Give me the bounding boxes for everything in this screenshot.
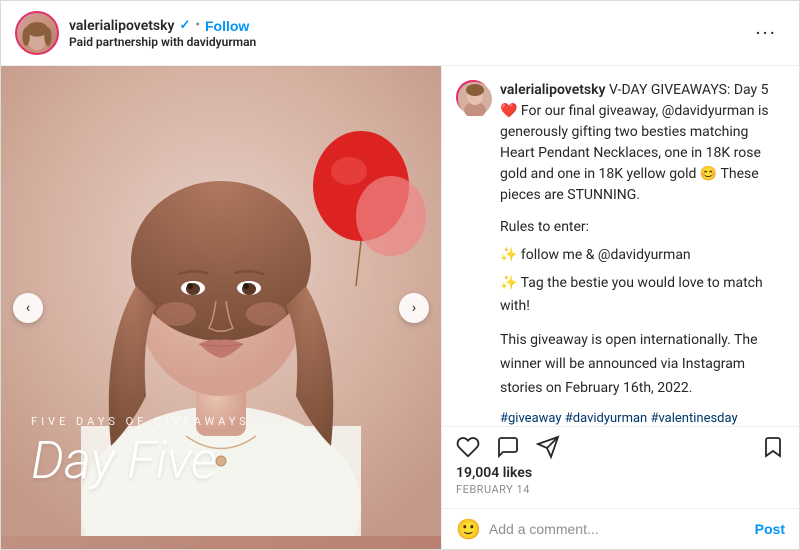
caption-main-text: V-DAY GIVEAWAYS: Day 5 ❤️ For our final …: [500, 82, 769, 203]
post-date: FEBRUARY 14: [456, 483, 785, 496]
caption-username[interactable]: valerialipovetsky: [500, 82, 605, 98]
post-content: FIVE DAYS OF GIVEAWAYS Day Five ‹ ›: [1, 66, 799, 549]
like-button[interactable]: [456, 435, 480, 459]
post-header: valerialipovetsky ✓ • Follow Paid partne…: [1, 1, 799, 66]
action-bar: 19,004 likes FEBRUARY 14: [442, 426, 799, 508]
giveaway-details: This giveaway is open internationally. T…: [500, 329, 785, 400]
caption-area: valerialipovetsky V-DAY GIVEAWAYS: Day 5…: [442, 66, 799, 426]
rule-1: ✨ follow me & @davidyurman: [500, 244, 785, 268]
follow-button[interactable]: Follow: [205, 18, 249, 34]
username-row: valerialipovetsky ✓ • Follow: [69, 18, 747, 34]
prev-image-button[interactable]: ‹: [13, 293, 43, 323]
bookmark-button[interactable]: [761, 435, 785, 459]
rule-2: ✨ Tag the bestie you would love to match…: [500, 272, 785, 320]
emoji-button[interactable]: 🙂: [456, 517, 481, 541]
share-icon: [536, 435, 560, 459]
partner-name: davidyurman: [187, 35, 257, 49]
image-subtitle: FIVE DAYS OF GIVEAWAYS: [31, 415, 250, 428]
image-background: FIVE DAYS OF GIVEAWAYS Day Five ‹ ›: [1, 66, 441, 549]
caption-body: valerialipovetsky V-DAY GIVEAWAYS: Day 5…: [500, 80, 785, 426]
verified-badge: ✓: [179, 18, 190, 33]
caption-avatar-svg: [458, 82, 492, 116]
right-panel: valerialipovetsky V-DAY GIVEAWAYS: Day 5…: [441, 66, 799, 549]
header-username[interactable]: valerialipovetsky: [69, 18, 174, 34]
image-title: Day Five: [31, 432, 250, 489]
bookmark-icon: [761, 435, 785, 459]
more-options-button[interactable]: ···: [747, 17, 785, 49]
comment-input[interactable]: [489, 521, 747, 537]
header-avatar: [15, 11, 59, 55]
caption-avatar: [456, 80, 490, 114]
comment-input-row: 🙂 Post: [442, 508, 799, 549]
header-info: valerialipovetsky ✓ • Follow Paid partne…: [69, 18, 747, 49]
heart-icon: [456, 435, 480, 459]
likes-count: 19,004 likes: [456, 465, 785, 481]
caption-hashtags[interactable]: #giveaway #davidyurman #valentinesday: [500, 409, 785, 426]
partnership-label: Paid partnership with davidyurman: [69, 35, 747, 49]
share-button[interactable]: [536, 435, 560, 459]
action-icons-row: [456, 435, 785, 459]
caption-rules: Rules to enter: ✨ follow me & @davidyurm…: [500, 216, 785, 319]
next-image-button[interactable]: ›: [399, 293, 429, 323]
avatar-illustration: [17, 11, 57, 55]
caption-author-row: valerialipovetsky V-DAY GIVEAWAYS: Day 5…: [456, 80, 785, 426]
post-image-panel: FIVE DAYS OF GIVEAWAYS Day Five ‹ ›: [1, 66, 441, 549]
rules-header: Rules to enter:: [500, 216, 785, 240]
caption-giveaway-info: This giveaway is open internationally. T…: [500, 329, 785, 400]
post-comment-button[interactable]: Post: [755, 521, 785, 537]
comment-button[interactable]: [496, 435, 520, 459]
dot-separator: •: [195, 18, 200, 33]
comment-icon: [496, 435, 520, 459]
image-text-overlay: FIVE DAYS OF GIVEAWAYS Day Five: [31, 415, 250, 489]
